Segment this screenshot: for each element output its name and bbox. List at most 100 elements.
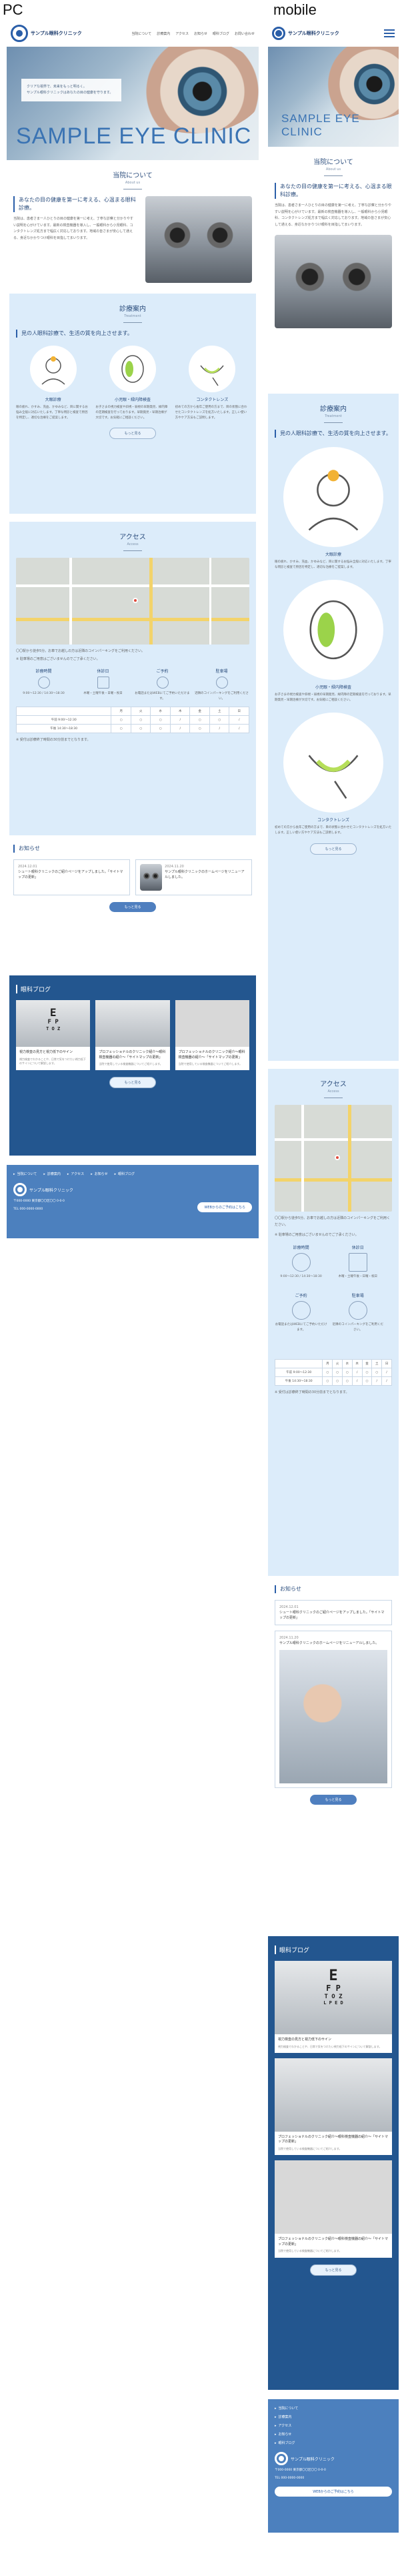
footer-link[interactable]: アクセス: [67, 1172, 84, 1176]
footer-logo[interactable]: サンプル眼科クリニック: [13, 1183, 73, 1196]
eye-exam-photo: [279, 1650, 387, 1783]
hero-copy-2: サンプル眼科クリニックはあなたの目の健康を守ります。: [27, 91, 113, 95]
about-body: 当院は、患者さま一人ひとりの目の健康を第一に考え、丁寧な診察と分かりやすい説明を…: [13, 217, 133, 240]
nav-services[interactable]: 診療案内: [157, 31, 170, 36]
phoropter-photo: [145, 196, 252, 283]
blog-card[interactable]: プロフェッショナルのクリニック紹介～眼科検査機器の紹介～「サイトマップの更新」 …: [275, 2058, 392, 2156]
services-more-button[interactable]: もっと見る: [310, 843, 357, 855]
service-card[interactable]: コンタクトレンズ 初めての方から長年ご使用の方まで、目の状態に合わせたコンタクト…: [175, 346, 249, 421]
divider: [123, 550, 142, 551]
nav-access[interactable]: アクセス: [175, 31, 189, 36]
service-card[interactable]: 大眼診療 眼の疲れ、かすみ、充血、かゆみなど、目に関するお悩み全般に対応いたしま…: [275, 447, 392, 570]
service-card[interactable]: コンタクトレンズ 初めての方から長年ご使用の方まで、目の状態に合わせたコンタクト…: [275, 713, 392, 836]
eye-photo: [312, 47, 399, 120]
map-pin-icon: [335, 1155, 340, 1160]
news-date: 2024.12.01: [18, 865, 37, 869]
info-body: 近隣のコインパーキングをご利用ください。: [332, 1323, 383, 1332]
blog-card-title: プロフェッショナルのクリニック紹介～眼科検査機器の紹介～「サイトマップの更新」: [278, 2134, 389, 2144]
news-item[interactable]: 2024.12.01 シュート眼科クリニックのご紹介ページをアップしました。「サ…: [13, 859, 130, 895]
eye-chart-line: E: [329, 1968, 338, 1984]
service-title: 小児眼・緑内障検査: [114, 398, 151, 402]
nav-contact[interactable]: お問い合わせ: [235, 31, 255, 36]
pc-blog-section: 眼科ブログ E F P T O Z 視力検査の見方と視力低下のサイン 視力検査で…: [9, 975, 256, 1156]
info-reservation: ご予約 お電話またはWEBにてご予約いただけます。: [135, 668, 190, 701]
services-title: 診療案内: [320, 406, 347, 413]
blog-card-excerpt: 当院で使用している検査機器についてご紹介します。: [178, 1062, 243, 1065]
blog-card[interactable]: プロフェッショナルのクリニック紹介～眼科検査機器の紹介～「サイトマップの更新」 …: [95, 1000, 170, 1071]
footer-link[interactable]: 診療案内: [275, 2415, 392, 2419]
info-holiday: 休診日 木曜・土曜午後・日曜・祝日: [75, 668, 131, 701]
pc-logo[interactable]: サンプル眼科クリニック: [11, 25, 82, 42]
news-item[interactable]: 2024.11.20 サンプル眼科クリニックのホームページをリニューアルしました…: [135, 859, 252, 895]
info-body: お電話またはWEBにてご予約いただけます。: [275, 1323, 327, 1332]
mobile-hero: SAMPLE EYE CLINIC: [268, 47, 399, 147]
info-title: 休診日: [351, 1245, 364, 1250]
news-text: シュート眼科クリニックのご紹介ページをアップしました。「サイトマップの更新」: [18, 870, 123, 879]
phone-icon: [156, 677, 169, 689]
news-thumbnail: [140, 864, 163, 891]
nav-news[interactable]: お知らせ: [194, 31, 207, 36]
mobile-about-section: 当院について About us あなたの目の健康を第一に考える、心温まる眼科診療…: [268, 147, 399, 394]
info-title: ご予約: [156, 669, 169, 674]
footer-link[interactable]: 診療案内: [43, 1172, 61, 1176]
news-more-button[interactable]: もっと見る: [310, 1795, 357, 1805]
footer-address: 〒000-0000 東京都〇〇区〇〇 0-0-0: [275, 2469, 326, 2472]
news-date: 2024.12.01: [279, 1605, 299, 1609]
footer-link[interactable]: お知らせ: [91, 1172, 108, 1176]
blog-more-button[interactable]: もっと見る: [109, 1077, 156, 1089]
info-hours: 診療時間 9:00〜12:30 / 14:30〜18:30: [16, 668, 71, 701]
hero-title: SAMPLE EYE CLINIC: [16, 123, 252, 149]
table-header: 木: [169, 707, 191, 717]
table-header: 月: [322, 1359, 333, 1369]
news-more-button[interactable]: もっと見る: [109, 902, 156, 912]
news-item[interactable]: 2024.11.20 サンプル眼科クリニックのホームページをリニューアルしました…: [275, 1631, 392, 1788]
services-more-button[interactable]: もっと見る: [109, 428, 156, 440]
blog-card[interactable]: プロフェッショナルのクリニック紹介～眼科検査機器の紹介～「サイトマップの更新」 …: [175, 1000, 249, 1071]
footer-link[interactable]: お知らせ: [275, 2432, 392, 2437]
footer-reserve-button[interactable]: WEBからのご予約はこちら: [197, 1202, 252, 1213]
table-header: [15, 707, 112, 717]
blog-card[interactable]: E F P T O Z L P E D 視力検査の見方と視力低下のサイン 視力検…: [275, 1961, 392, 2053]
footer-link[interactable]: 眼科ブログ: [115, 1172, 135, 1176]
hamburger-menu-icon[interactable]: [384, 29, 395, 37]
service-body: 眼の疲れ、かすみ、充血、かゆみなど、目に関するお悩み全般に対応いたします。丁寧な…: [16, 406, 88, 420]
service-card[interactable]: 大眼診療 眼の疲れ、かすみ、充血、かゆみなど、目に関するお悩み全般に対応いたしま…: [16, 346, 90, 421]
blog-card[interactable]: E F P T O Z 視力検査の見方と視力低下のサイン 視力検査でわかることや…: [16, 1000, 91, 1071]
mobile-services-section: 診療案内 Treatment 見の人眼科診療で、生活の質を向上させます。 大眼診…: [268, 394, 399, 1061]
service-card[interactable]: 小児眼・緑内障検査 お子さまの視力検査や斜視・弱視の早期発見、緑内障の定期検査を…: [95, 346, 169, 421]
footer-logo[interactable]: サンプル眼科クリニック: [275, 2452, 392, 2465]
map-pin-icon: [133, 598, 138, 603]
divider: [324, 422, 343, 423]
footer-reserve-button[interactable]: WEBからのご予約はこちら: [275, 2487, 392, 2497]
mobile-logo[interactable]: サンプル眼科クリニック: [272, 27, 339, 40]
service-body: 初めての方から長年ご使用の方まで、目の状態に合わせたコンタクトレンズを処方いたし…: [275, 826, 392, 835]
hero-title: SAMPLE EYE CLINIC: [281, 112, 360, 138]
service-card[interactable]: 小児眼・緑内障検査 お子さまの視力検査や斜視・弱視の早期発見、緑内障の定期検査を…: [275, 580, 392, 703]
table-header: 日: [229, 707, 249, 717]
access-map[interactable]: [16, 558, 249, 645]
blog-card[interactable]: プロフェッショナルのクリニック紹介～眼科検査機器の紹介～「サイトマップの更新」 …: [275, 2160, 392, 2258]
divider: [324, 175, 343, 176]
info-title: ご予約: [295, 1294, 307, 1299]
footer-link[interactable]: アクセス: [275, 2423, 392, 2428]
eye-chart-line: L P E D: [323, 2000, 343, 2006]
eye-photo: [125, 47, 259, 133]
blog-more-button[interactable]: もっと見る: [310, 2264, 357, 2276]
hero-copy-box: クリアな視界で、未来をもっと明るく。 サンプル眼科クリニックはあなたの目の健康を…: [21, 79, 121, 101]
footer-link[interactable]: 当院について: [13, 1172, 37, 1176]
about-body: 当院は、患者さま一人ひとりの目の健康を第一に考え、丁寧な診察と分かりやすい説明を…: [275, 203, 391, 227]
news-item[interactable]: 2024.12.01 シュート眼科クリニックのご紹介ページをアップしました。「サ…: [275, 1600, 392, 1625]
services-title: 診療案内: [119, 306, 146, 313]
news-text: サンプル眼科クリニックのホームページをリニューアルしました。: [165, 870, 245, 879]
footer-link[interactable]: 眼科ブログ: [275, 2441, 392, 2445]
info-body: 近隣のコインパーキングをご利用ください。: [195, 692, 249, 701]
nav-about[interactable]: 当院について: [131, 31, 151, 36]
access-sub: Access: [327, 1090, 339, 1094]
nav-blog[interactable]: 眼科ブログ: [213, 31, 229, 36]
access-map[interactable]: [275, 1105, 392, 1212]
blog-card-excerpt: 視力検査でわかることや、日常で気をつけたい視力低下のサインについて解説します。: [19, 1057, 86, 1065]
phone-icon: [291, 1301, 311, 1320]
service-title: 小児眼・緑内障検査: [315, 685, 351, 691]
footer-link[interactable]: 当院について: [275, 2406, 392, 2411]
service-body: 初めての方から長年ご使用の方まで、目の状態に合わせたコンタクトレンズを処方いたし…: [175, 406, 247, 420]
